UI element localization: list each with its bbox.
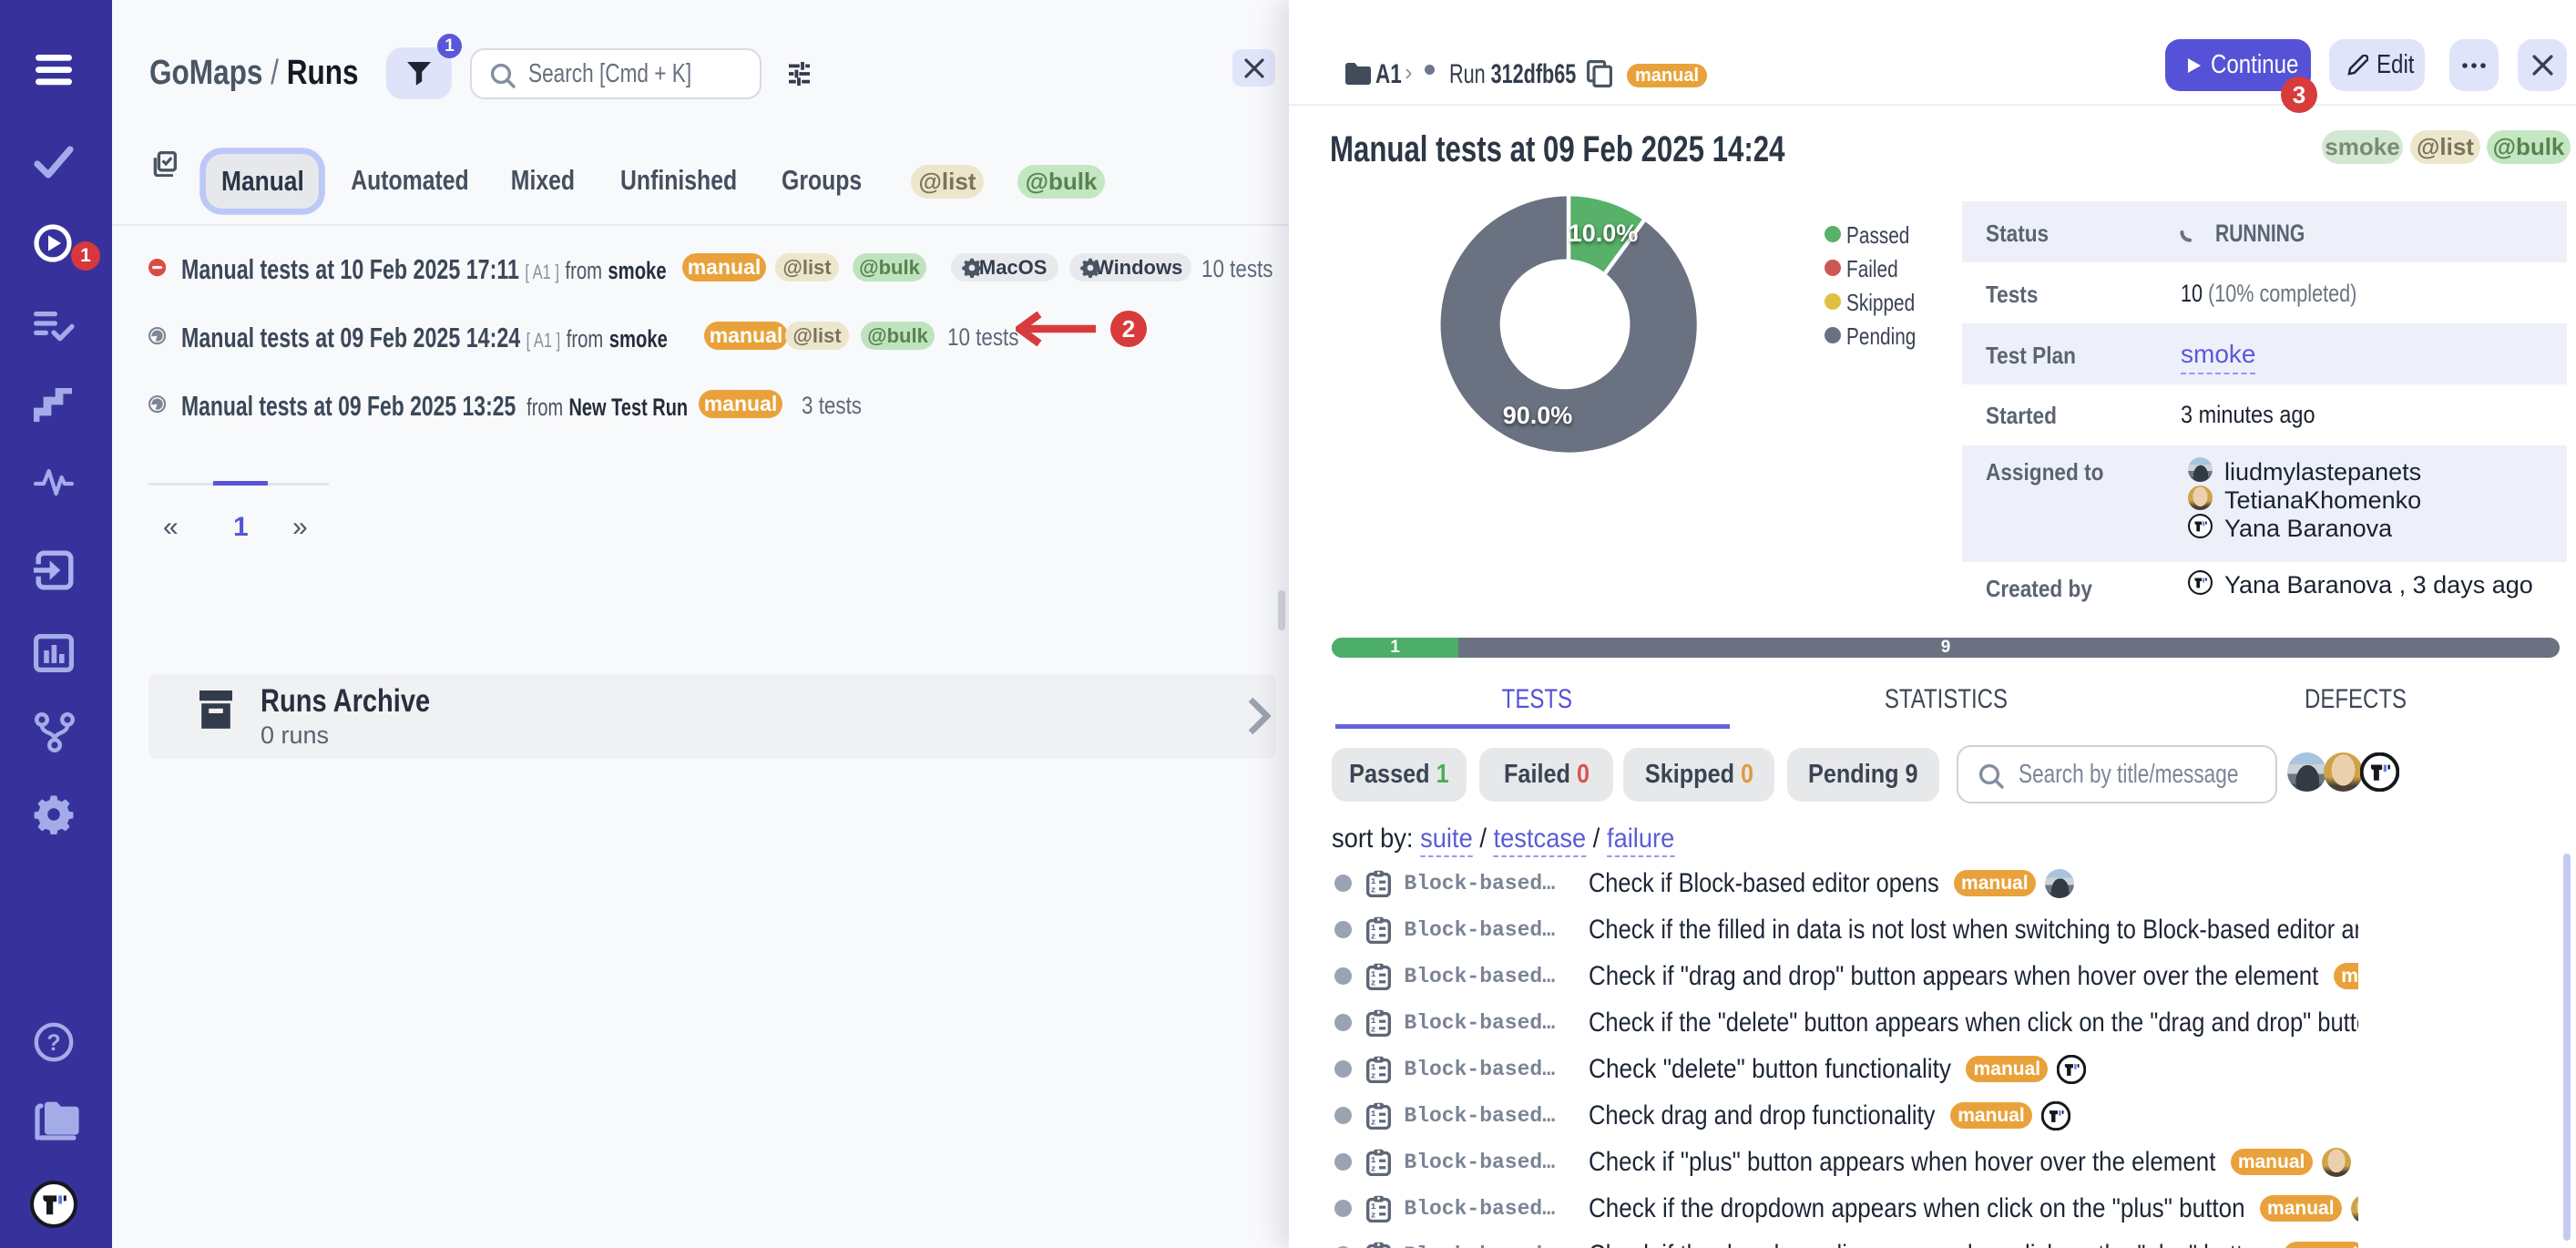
svg-text:z: z [1371, 1070, 1376, 1080]
svg-text:z: z [1371, 885, 1376, 895]
svg-text:z: z [1371, 977, 1376, 987]
svg-text:z: z [1371, 1163, 1376, 1173]
svg-text:z: z [1371, 931, 1376, 941]
svg-text:z: z [1371, 1210, 1376, 1220]
svg-text:z: z [1371, 1117, 1376, 1127]
svg-text:?: ? [46, 1030, 60, 1056]
svg-text:z: z [1371, 1024, 1376, 1034]
